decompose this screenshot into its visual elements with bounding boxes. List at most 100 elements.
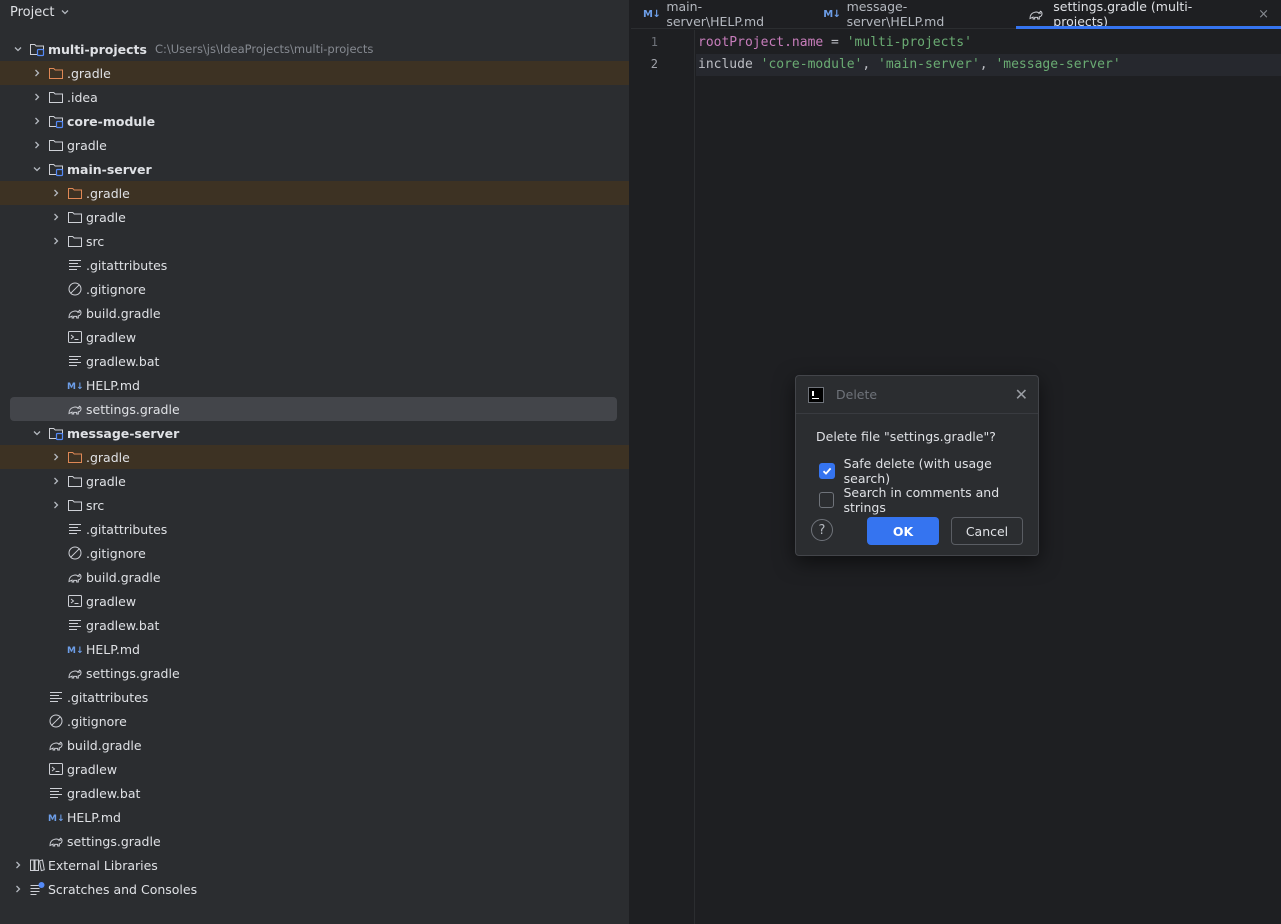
tree-row[interactable]: build.gradle [0, 565, 629, 589]
tree-row[interactable]: src [0, 493, 629, 517]
tree-row[interactable]: .gitignore [0, 277, 629, 301]
tree-row[interactable]: main-server [0, 157, 629, 181]
code-line[interactable]: rootProject.name = 'multi-projects' [696, 32, 1281, 54]
tree-row[interactable]: gradlew.bat [0, 781, 629, 805]
chevron-down-icon[interactable] [10, 41, 26, 57]
search-comments-checkbox[interactable] [819, 492, 835, 508]
code-line[interactable]: include 'core-module', 'main-server', 'm… [696, 54, 1281, 76]
close-icon[interactable]: ✕ [1015, 386, 1028, 403]
markdown-icon: M↓ [48, 809, 64, 825]
tree-item-label: gradle [67, 137, 107, 153]
chevron-right-icon[interactable] [29, 113, 45, 129]
chevron-right-icon[interactable] [29, 137, 45, 153]
tree-row[interactable]: .gitignore [0, 541, 629, 565]
tree-row[interactable]: settings.gradle [10, 397, 617, 421]
code-token: 'main-server' [878, 57, 980, 72]
tree-row[interactable]: multi-projects C:\Users\js\IdeaProjects\m… [0, 37, 629, 61]
tree-row[interactable]: Scratches and Consoles [0, 877, 629, 901]
tree-row[interactable]: gradle [0, 133, 629, 157]
gradle-elephant-icon [67, 665, 83, 681]
tree-item-label: gradlew [86, 329, 137, 345]
tree-row[interactable]: .gitattributes [0, 685, 629, 709]
tree-row[interactable]: .gitattributes [0, 517, 629, 541]
tree-row[interactable]: M↓ HELP.md [0, 637, 629, 661]
chevron-right-icon[interactable] [48, 449, 64, 465]
tree-row[interactable]: M↓ HELP.md [0, 805, 629, 829]
tree-item-label: gradlew.bat [86, 353, 160, 369]
checkmark-icon [822, 467, 832, 475]
project-header[interactable]: Project [0, 0, 629, 25]
chevron-down-icon[interactable] [29, 161, 45, 177]
line-number: 1 [650, 35, 658, 49]
code-token: = [823, 35, 847, 50]
tree-row[interactable]: M↓ HELP.md [0, 373, 629, 397]
tree-item-label: settings.gradle [86, 401, 180, 417]
chevron-down-icon[interactable] [29, 425, 45, 441]
chevron-right-icon[interactable] [48, 209, 64, 225]
tree-row[interactable]: .gradle [0, 181, 629, 205]
tree-row[interactable]: .gradle [0, 61, 629, 85]
tree-item-label: .gradle [67, 65, 111, 81]
editor-tab[interactable]: settings.gradle (multi-projects) × [1016, 0, 1281, 29]
code-token: 'message-server' [995, 57, 1121, 72]
tree-row[interactable]: build.gradle [0, 733, 629, 757]
gradle-elephant-icon [67, 305, 83, 321]
chevron-right-icon[interactable] [48, 473, 64, 489]
chevron-right-icon[interactable] [48, 185, 64, 201]
editor-tab[interactable]: M↓ message-server\HELP.md [811, 0, 1016, 29]
safe-delete-option[interactable]: Safe delete (with usage search) [819, 456, 1038, 486]
editor-tab[interactable]: M↓ main-server\HELP.md [631, 0, 811, 29]
tree-row[interactable]: .gitignore [0, 709, 629, 733]
close-icon[interactable]: × [1258, 7, 1269, 22]
tree-row[interactable]: .gradle [0, 445, 629, 469]
tree-row[interactable]: gradlew.bat [0, 613, 629, 637]
tree-item-label: gradle [86, 473, 126, 489]
chevron-right-icon[interactable] [10, 881, 26, 897]
folder-icon [67, 209, 83, 225]
tree-row[interactable]: gradlew [0, 325, 629, 349]
tree-row[interactable]: .gitattributes [0, 253, 629, 277]
code-token: include [698, 57, 761, 72]
chevron-right-icon[interactable] [10, 857, 26, 873]
tree-row[interactable]: gradle [0, 469, 629, 493]
tree-row[interactable]: src [0, 229, 629, 253]
cancel-button[interactable]: Cancel [951, 517, 1023, 545]
ignore-file-icon [67, 281, 83, 297]
code-token: rootProject.name [698, 35, 824, 50]
code-token: 'multi-projects' [846, 35, 972, 50]
terminal-file-icon [67, 593, 83, 609]
terminal-file-icon [48, 761, 64, 777]
dialog-titlebar[interactable]: Delete ✕ [796, 376, 1038, 414]
tree-row[interactable]: External Libraries [0, 853, 629, 877]
tree-item-label: .gitignore [86, 545, 146, 561]
tree-row[interactable]: build.gradle [0, 301, 629, 325]
code-token: , [862, 57, 879, 72]
tree-row[interactable]: settings.gradle [0, 829, 629, 853]
chevron-right-icon[interactable] [48, 233, 64, 249]
tree-row[interactable]: .idea [0, 85, 629, 109]
text-file-icon [48, 785, 64, 801]
svg-text:M↓: M↓ [48, 814, 64, 824]
chevron-right-icon[interactable] [29, 89, 45, 105]
tree-row[interactable]: gradlew [0, 589, 629, 613]
chevron-down-icon[interactable] [60, 5, 70, 20]
tree-row[interactable]: gradle [0, 205, 629, 229]
tree-row[interactable]: message-server [0, 421, 629, 445]
intellij-app-icon [808, 386, 824, 403]
chevron-right-icon[interactable] [29, 65, 45, 81]
tree-row[interactable]: core-module [0, 109, 629, 133]
chevron-right-icon[interactable] [48, 497, 64, 513]
safe-delete-checkbox[interactable] [819, 463, 835, 479]
tree-row[interactable]: gradlew.bat [0, 349, 629, 373]
line-number: 2 [650, 57, 658, 71]
help-button[interactable]: ? [811, 519, 833, 541]
tree-row[interactable]: gradlew [0, 757, 629, 781]
search-comments-option[interactable]: Search in comments and strings [819, 485, 1038, 515]
ok-button[interactable]: OK [867, 517, 939, 545]
tree-row[interactable]: settings.gradle [0, 661, 629, 685]
